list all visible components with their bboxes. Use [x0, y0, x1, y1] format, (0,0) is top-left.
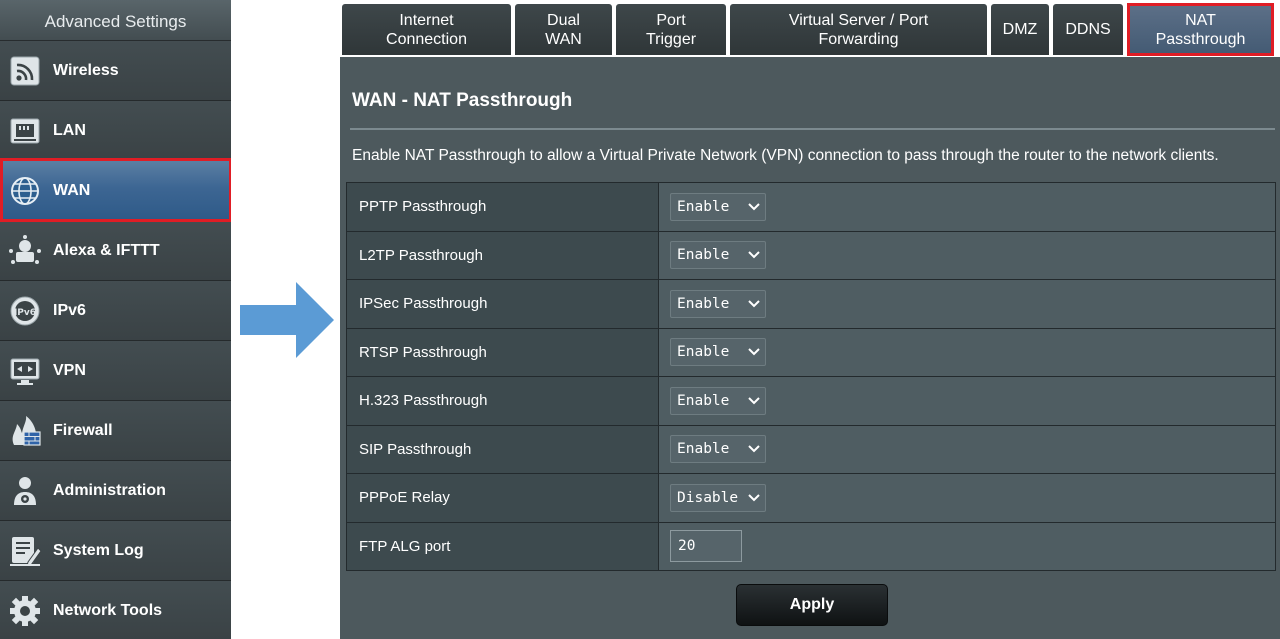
select-value: Enable: [677, 344, 730, 361]
sidebar: Advanced Settings Wireless LAN WAN Alexa…: [0, 0, 231, 639]
tab-label: DDNS: [1065, 21, 1111, 38]
chevron-down-icon: [748, 445, 760, 453]
administration-icon: [14, 477, 36, 505]
tab-nat-passthrough[interactable]: NAT Passthrough: [1127, 4, 1274, 55]
tab-label: NAT Passthrough: [1155, 11, 1246, 48]
select-value: Enable: [677, 295, 730, 312]
setting-label: RTSP Passthrough: [346, 327, 659, 377]
sidebar-item-system-log[interactable]: System Log: [0, 521, 231, 581]
pppoe-relay-select[interactable]: Disable: [670, 483, 766, 512]
table-row: IPSec Passthrough Enable: [346, 279, 1276, 329]
vpn-icon: [10, 358, 40, 385]
apply-button[interactable]: Apply: [736, 584, 888, 626]
tab-internet-connection[interactable]: Internet Connection: [342, 4, 511, 55]
chevron-down-icon: [748, 494, 760, 502]
rtsp-passthrough-select[interactable]: Enable: [670, 338, 766, 367]
title-divider: [350, 128, 1275, 130]
sidebar-item-alexa-ifttt[interactable]: Alexa & IFTTT: [0, 221, 231, 281]
chevron-down-icon: [748, 203, 760, 211]
network-tools-icon: [10, 596, 40, 626]
sidebar-item-label: IPv6: [53, 302, 86, 319]
sidebar-item-label: Administration: [53, 482, 166, 499]
tab-dmz[interactable]: DMZ: [991, 4, 1049, 55]
chevron-down-icon: [748, 397, 760, 405]
table-row: L2TP Passthrough Enable: [346, 230, 1276, 280]
setting-label: IPSec Passthrough: [346, 279, 659, 329]
table-row: H.323 Passthrough Enable: [346, 376, 1276, 426]
select-value: Enable: [677, 441, 730, 458]
chevron-down-icon: [748, 251, 760, 259]
setting-label: SIP Passthrough: [346, 424, 659, 474]
setting-label: FTP ALG port: [346, 521, 659, 571]
table-row: RTSP Passthrough Enable: [346, 327, 1276, 377]
tab-label: Internet Connection: [386, 11, 467, 48]
chevron-down-icon: [748, 348, 760, 356]
setting-label: L2TP Passthrough: [346, 230, 659, 280]
sidebar-item-label: Network Tools: [53, 602, 163, 619]
tab-label: Port Trigger: [645, 11, 697, 48]
tab-bar: Internet Connection Dual WAN Port Trigge…: [340, 0, 1280, 57]
sidebar-item-ipv6[interactable]: IPv6 IPv6: [0, 281, 231, 341]
chevron-down-icon: [748, 300, 760, 308]
table-row: PPPoE Relay Disable: [346, 473, 1276, 523]
setting-label: H.323 Passthrough: [346, 376, 659, 426]
sidebar-item-lan[interactable]: LAN: [0, 101, 231, 161]
setting-label: PPPoE Relay: [346, 473, 659, 523]
sidebar-item-label: Firewall: [53, 422, 113, 439]
table-row: SIP Passthrough Enable: [346, 424, 1276, 474]
svg-text:IPv6: IPv6: [14, 308, 36, 318]
sidebar-header: Advanced Settings: [0, 0, 231, 41]
select-value: Enable: [677, 392, 730, 409]
select-value: Disable: [677, 489, 739, 506]
table-row: PPTP Passthrough Enable: [346, 182, 1276, 232]
ftp-alg-port-input[interactable]: 20: [670, 530, 742, 563]
tab-label: Dual WAN: [545, 11, 582, 48]
tab-ddns[interactable]: DDNS: [1053, 4, 1123, 55]
page-title: WAN - NAT Passthrough: [352, 90, 573, 111]
ipv6-icon: IPv6: [10, 296, 40, 326]
wan-highlight-box: [0, 158, 231, 222]
tab-label: DMZ: [1002, 21, 1038, 38]
tab-dual-wan[interactable]: Dual WAN: [515, 4, 612, 55]
firewall-icon: [12, 416, 41, 446]
table-row: FTP ALG port 20: [346, 521, 1276, 571]
sidebar-item-wireless[interactable]: Wireless: [0, 41, 231, 101]
sidebar-item-label: System Log: [53, 542, 144, 559]
page-description: Enable NAT Passthrough to allow a Virtua…: [352, 147, 1219, 164]
alexa-icon: [9, 235, 41, 264]
select-value: Enable: [677, 247, 730, 264]
tab-label: Virtual Server / Port Forwarding: [788, 11, 929, 48]
sip-passthrough-select[interactable]: Enable: [670, 435, 766, 464]
tab-port-trigger[interactable]: Port Trigger: [616, 4, 726, 55]
wireless-icon: [10, 56, 40, 86]
tab-virtual-server-port-forwarding[interactable]: Virtual Server / Port Forwarding: [730, 4, 987, 55]
sidebar-item-vpn[interactable]: VPN: [0, 341, 231, 401]
ipsec-passthrough-select[interactable]: Enable: [670, 289, 766, 318]
right-arrow-icon: [240, 282, 334, 358]
sidebar-item-administration[interactable]: Administration: [0, 461, 231, 521]
l2tp-passthrough-select[interactable]: Enable: [670, 241, 766, 270]
system-log-icon: [10, 537, 42, 567]
lan-icon: [10, 118, 40, 144]
pptp-passthrough-select[interactable]: Enable: [670, 192, 766, 221]
sidebar-item-label: LAN: [53, 122, 86, 139]
sidebar-item-label: Alexa & IFTTT: [53, 242, 160, 259]
setting-label: PPTP Passthrough: [346, 182, 659, 232]
sidebar-item-network-tools[interactable]: Network Tools: [0, 581, 231, 639]
sidebar-item-label: Wireless: [53, 62, 119, 79]
settings-table: PPTP Passthrough Enable L2TP Passthrough…: [346, 182, 1276, 571]
h323-passthrough-select[interactable]: Enable: [670, 386, 766, 415]
select-value: Enable: [677, 198, 730, 215]
sidebar-item-label: VPN: [53, 362, 86, 379]
sidebar-item-firewall[interactable]: Firewall: [0, 401, 231, 461]
main-panel: Internet Connection Dual WAN Port Trigge…: [340, 0, 1280, 639]
